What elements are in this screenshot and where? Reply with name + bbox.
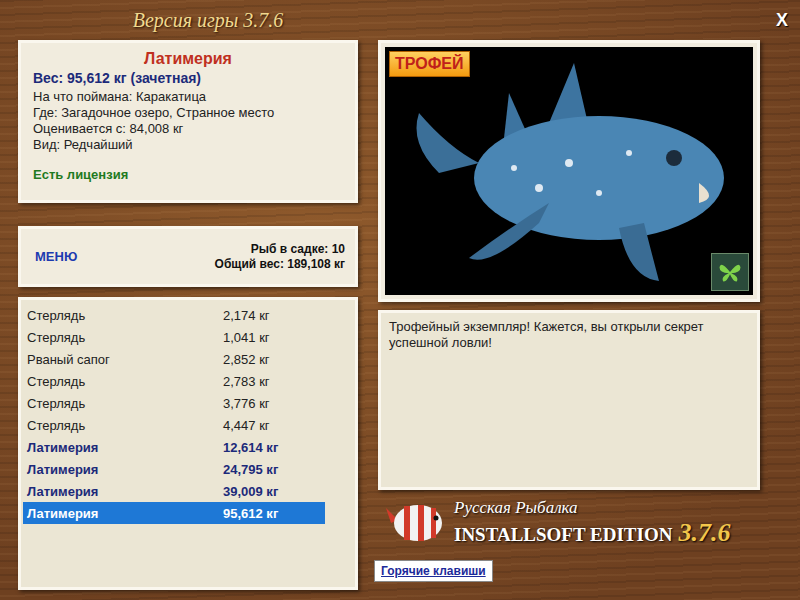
header: Версия игры 3.7.6X xyxy=(18,0,782,40)
fish-photo: ТРОФЕЙ xyxy=(385,47,753,295)
hotkeys-button[interactable]: Горячие клавиши xyxy=(374,560,493,582)
logo-title: Русская Рыбалка xyxy=(454,498,730,518)
catch-row[interactable]: Стерлядь3,776 кг xyxy=(23,392,325,414)
trophy-badge: ТРОФЕЙ xyxy=(389,51,470,77)
coelacanth-icon xyxy=(399,53,739,293)
catch-row[interactable]: Стерлядь4,447 кг xyxy=(23,414,325,436)
message-text: Трофейный экземпляр! Кажется, вы открыли… xyxy=(389,319,749,351)
license: Есть лицензия xyxy=(33,167,343,182)
fish-count: Рыб в садке: 10 xyxy=(215,242,345,257)
game-window: Версия игры 3.7.6XЛатимерияВес: 95,612 к… xyxy=(0,0,800,600)
message-panel: Трофейный экземпляр! Кажется, вы открыли… xyxy=(378,310,760,490)
menu-panel: МЕНЮ Рыб в садке: 10Общий вес: 189,108 кг xyxy=(18,226,358,287)
catch-row[interactable]: Стерлядь2,174 кг xyxy=(23,304,325,326)
fish-name: Латимерия xyxy=(33,49,343,69)
picture-panel: ТРОФЕЙ xyxy=(378,40,760,302)
logo: Русская Рыбалка INSTALLSOFT EDITION 3.7.6 xyxy=(378,490,760,556)
detail-line: На что поймана: Каракатица xyxy=(33,89,343,105)
window-title: Версия игры 3.7.6 xyxy=(18,9,358,32)
logo-fish-icon xyxy=(386,498,446,548)
catch-row[interactable]: Латимерия24,795 кг xyxy=(23,458,325,480)
total-weight: Общий вес: 189,108 кг xyxy=(215,257,345,272)
detail-line: Вид: Редчайший xyxy=(33,137,343,153)
logo-version: 3.7.6 xyxy=(678,518,730,548)
catch-row[interactable]: Стерлядь2,783 кг xyxy=(23,370,325,392)
catch-row[interactable]: Стерлядь1,041 кг xyxy=(23,326,325,348)
menu-button[interactable]: МЕНЮ xyxy=(31,249,77,264)
catch-row[interactable]: Латимерия39,009 кг xyxy=(23,480,325,502)
detail-line: Где: Загадочное озеро, Странное место xyxy=(33,105,343,121)
catch-list: Стерлядь2,174 кгСтерлядь1,041 кгРваный с… xyxy=(18,297,358,590)
close-button[interactable]: X xyxy=(776,10,788,31)
catch-row[interactable]: Латимерия12,614 кг xyxy=(23,436,325,458)
butterfly-icon[interactable] xyxy=(711,253,749,291)
detail-line: Оценивается с: 84,008 кг xyxy=(33,121,343,137)
catch-info: ЛатимерияВес: 95,612 кг (зачетная) На что… xyxy=(18,40,358,203)
logo-edition: INSTALLSOFT EDITION xyxy=(454,524,672,546)
catch-row[interactable]: Рваный сапог2,852 кг xyxy=(23,348,325,370)
catch-row[interactable]: Латимерия95,612 кг xyxy=(23,502,325,524)
fish-weight: Вес: 95,612 кг (зачетная) xyxy=(33,69,343,87)
